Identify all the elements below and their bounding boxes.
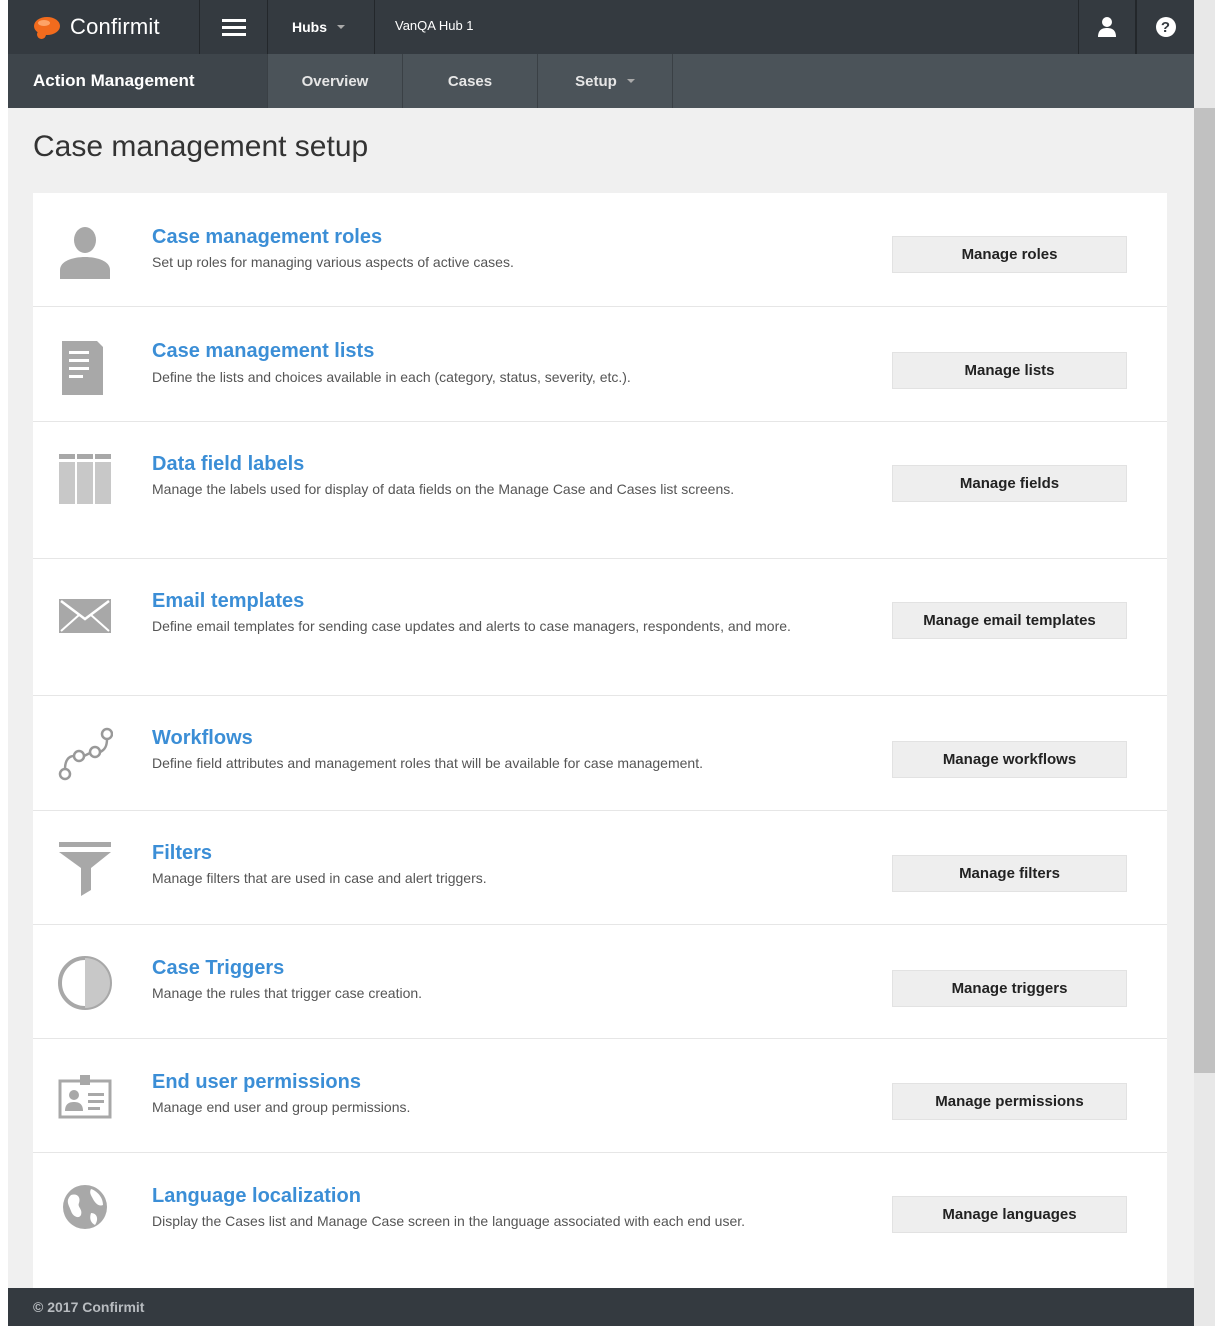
- setup-row-filters: Filters Manage filters that are used in …: [33, 810, 1167, 924]
- section-description: Manage filters that are used in case and…: [152, 870, 487, 886]
- page-title: Case management setup: [33, 130, 369, 163]
- setup-row-lists: Case management lists Define the lists a…: [33, 306, 1167, 421]
- hubs-dropdown[interactable]: Hubs: [268, 0, 375, 54]
- section-description: Define field attributes and management r…: [152, 755, 703, 771]
- setup-row-email: Email templates Define email templates f…: [33, 558, 1167, 695]
- hubs-label: Hubs: [292, 19, 327, 35]
- section-description: Set up roles for managing various aspect…: [152, 254, 514, 270]
- speech-bubble-logo-icon: [32, 14, 62, 40]
- manage-permissions-button[interactable]: Manage permissions: [892, 1083, 1127, 1120]
- tab-cases-label: Cases: [447, 72, 493, 90]
- section-heading[interactable]: Case management roles: [152, 226, 382, 249]
- setup-row-languages: Language localization Display the Cases …: [33, 1152, 1167, 1288]
- setup-row-fields: Data field labels Manage the labels used…: [33, 421, 1167, 558]
- envelope-icon: [59, 599, 111, 633]
- section-description: Manage end user and group permissions.: [152, 1099, 411, 1115]
- top-navbar: Confirmit Hubs VanQA Hub 1 ?: [8, 0, 1194, 54]
- funnel-icon: [59, 842, 111, 896]
- id-badge-icon: [58, 1075, 112, 1119]
- document-icon: [62, 341, 103, 395]
- manage-roles-button[interactable]: Manage roles: [892, 236, 1127, 273]
- scrollbar-thumb[interactable]: [1194, 108, 1215, 1073]
- tab-setup[interactable]: Setup: [538, 54, 673, 108]
- manage-workflows-button[interactable]: Manage workflows: [892, 741, 1127, 778]
- user-menu-button[interactable]: [1078, 0, 1136, 54]
- sub-navbar: Action Management Overview Cases Setup: [8, 54, 1194, 108]
- manage-languages-button[interactable]: Manage languages: [892, 1196, 1127, 1233]
- section-heading[interactable]: Case management lists: [152, 340, 374, 363]
- section-heading[interactable]: Workflows: [152, 727, 253, 750]
- section-description: Manage the labels used for display of da…: [152, 481, 735, 497]
- setup-card: Case management roles Set up roles for m…: [33, 193, 1167, 1288]
- globe-icon: [63, 1185, 107, 1229]
- module-title: Action Management: [8, 54, 268, 108]
- tab-setup-label: Setup: [575, 72, 617, 90]
- section-description: Display the Cases list and Manage Case s…: [152, 1213, 746, 1229]
- manage-fields-button[interactable]: Manage fields: [892, 465, 1127, 502]
- setup-row-permissions: End user permissions Manage end user and…: [33, 1038, 1167, 1152]
- setup-row-triggers: Case Triggers Manage the rules that trig…: [33, 924, 1167, 1038]
- user-icon: [1098, 17, 1116, 37]
- half-circle-icon: [58, 956, 112, 1010]
- tab-overview-label: Overview: [301, 72, 369, 90]
- chevron-down-icon: [626, 79, 635, 83]
- footer: © 2017 Confirmit: [8, 1288, 1194, 1326]
- section-heading[interactable]: End user permissions: [152, 1071, 361, 1094]
- hamburger-icon: [221, 15, 246, 40]
- section-heading[interactable]: Case Triggers: [152, 957, 284, 980]
- section-description: Manage the rules that trigger case creat…: [152, 985, 423, 1001]
- tab-cases[interactable]: Cases: [403, 54, 538, 108]
- confirmit-logo[interactable]: Confirmit: [8, 0, 200, 54]
- section-heading[interactable]: Data field labels: [152, 453, 304, 476]
- brand-name: Confirmit: [70, 14, 160, 39]
- setup-row-workflows: Workflows Define field attributes and ma…: [33, 695, 1167, 810]
- help-icon: ?: [1155, 17, 1176, 37]
- workflow-icon: [58, 727, 113, 781]
- help-button[interactable]: ?: [1136, 0, 1194, 54]
- manage-triggers-button[interactable]: Manage triggers: [892, 970, 1127, 1007]
- manage-filters-button[interactable]: Manage filters: [892, 855, 1127, 892]
- setup-row-roles: Case management roles Set up roles for m…: [33, 193, 1167, 306]
- app-window: Confirmit Hubs VanQA Hub 1 ? Action Mana…: [8, 0, 1194, 1326]
- person-icon: [60, 227, 110, 279]
- vertical-scrollbar[interactable]: [1194, 0, 1215, 1326]
- section-description: Define email templates for sending case …: [152, 618, 791, 634]
- section-heading[interactable]: Email templates: [152, 590, 304, 613]
- columns-icon: [59, 454, 111, 504]
- copyright-text: © 2017 Confirmit: [33, 1299, 145, 1315]
- section-heading[interactable]: Language localization: [152, 1185, 361, 1208]
- tab-overview[interactable]: Overview: [268, 54, 403, 108]
- section-description: Define the lists and choices available i…: [152, 369, 631, 385]
- current-hub-name: VanQA Hub 1: [395, 18, 474, 33]
- manage-email-templates-button[interactable]: Manage email templates: [892, 602, 1127, 639]
- hamburger-menu-button[interactable]: [200, 0, 268, 54]
- chevron-down-icon: [337, 25, 345, 29]
- section-heading[interactable]: Filters: [152, 842, 212, 865]
- manage-lists-button[interactable]: Manage lists: [892, 352, 1127, 389]
